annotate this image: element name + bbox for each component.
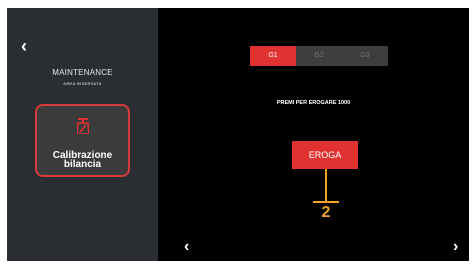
calibration-tile-button[interactable]: Calibrazione bilancia <box>35 104 130 177</box>
tab-g2[interactable]: G2 <box>296 46 342 66</box>
sidebar-subtitle: AREA RISERVATA <box>63 81 102 86</box>
tab-g1[interactable]: G1 <box>250 46 296 66</box>
eroga-button[interactable]: EROGA <box>292 141 358 169</box>
calibration-tile-label: Calibrazione bilancia <box>52 150 113 170</box>
app-screen: ‹ MAINTENANCE AREA RISERVATA Calibrazion… <box>7 8 469 261</box>
main-panel: G1 G2 G3 PREMI PER EROGARE 1000 EROGA 2 … <box>158 8 469 261</box>
tab-g3[interactable]: G3 <box>342 46 388 66</box>
back-arrow-icon[interactable]: ‹ <box>21 37 37 55</box>
sidebar-title: MAINTENANCE <box>52 68 113 77</box>
instruction-text: PREMI PER EROGARE 1000 <box>276 100 351 106</box>
group-tabs: G1 G2 G3 <box>250 46 388 66</box>
prev-page-icon[interactable]: ‹ <box>184 238 189 256</box>
sidebar: ‹ MAINTENANCE AREA RISERVATA Calibrazion… <box>7 8 158 261</box>
scale-icon <box>77 118 89 134</box>
callout-line <box>325 169 327 202</box>
next-page-icon[interactable]: › <box>453 238 458 256</box>
callout-number: 2 <box>321 204 331 221</box>
callout-cap <box>313 201 339 203</box>
